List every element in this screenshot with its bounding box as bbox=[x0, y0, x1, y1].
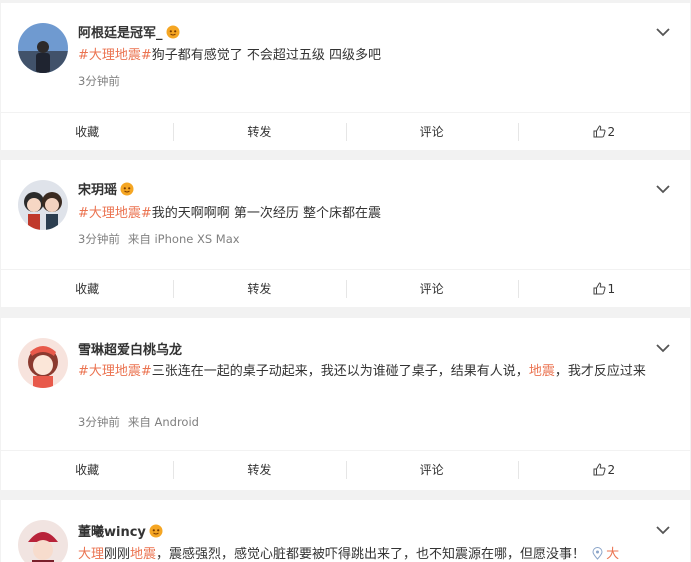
post-text: 刚刚 bbox=[104, 547, 131, 562]
avatar[interactable] bbox=[18, 520, 68, 562]
post-meta: 3分钟前 来自 iPhone XS Max bbox=[78, 231, 240, 247]
topic-link[interactable]: #大理地震# bbox=[78, 48, 152, 63]
post-time[interactable]: 3分钟前 bbox=[78, 415, 120, 429]
comment-button[interactable]: 评论 bbox=[345, 451, 518, 488]
username[interactable]: 宋玥瑶 bbox=[78, 183, 117, 198]
repost-button[interactable]: 转发 bbox=[173, 451, 345, 488]
keyword-link[interactable]: 大理 bbox=[78, 547, 104, 562]
keyword-link[interactable]: 地震 bbox=[130, 547, 156, 562]
favorite-button[interactable]: 收藏 bbox=[1, 113, 173, 150]
thumbs-up-icon bbox=[593, 463, 606, 476]
post-time[interactable]: 3分钟前 bbox=[78, 74, 120, 88]
action-bar: 收藏 转发 评论 2 bbox=[1, 112, 690, 150]
post-text: 狗子都有感觉了 不会超过五级 四级多吧 bbox=[151, 48, 382, 63]
chevron-down-icon[interactable] bbox=[656, 27, 670, 37]
avatar[interactable] bbox=[18, 180, 68, 230]
keyword-link[interactable]: 地震 bbox=[529, 364, 555, 379]
feed-card: 董曦wincy 大理刚刚地震，震感强烈，感觉心脏都要被吓得跳出来了，也不知震源在… bbox=[1, 500, 690, 562]
like-button[interactable]: 2 bbox=[517, 451, 690, 488]
location-link[interactable]: 大 bbox=[591, 547, 619, 562]
avatar[interactable] bbox=[18, 338, 68, 388]
username[interactable]: 雪琳超爱白桃乌龙 bbox=[78, 343, 182, 358]
post-text: 我的天啊啊啊 第一次经历 整个床都在震 bbox=[151, 206, 382, 221]
post-content: #大理地震#我的天啊啊啊 第一次经历 整个床都在震 bbox=[78, 201, 668, 226]
like-button[interactable]: 1 bbox=[517, 270, 690, 307]
feed-card: 雪琳超爱白桃乌龙 #大理地震#三张连在一起的桌子动起来，我还以为谁碰了桌子，结果… bbox=[1, 318, 690, 490]
like-count: 2 bbox=[607, 463, 616, 477]
post-meta: 3分钟前 来自 Android bbox=[78, 414, 199, 430]
location-pin-icon bbox=[592, 547, 603, 560]
avatar[interactable] bbox=[18, 23, 68, 73]
feed-card: 宋玥瑶 #大理地震#我的天啊啊啊 第一次经历 整个床都在震 3分钟前 来自 iPh… bbox=[1, 160, 690, 307]
like-count: 2 bbox=[607, 125, 616, 139]
post-source: 来自 iPhone XS Max bbox=[127, 232, 240, 246]
gold-badge-icon bbox=[149, 524, 163, 538]
post-text: ，我才反应过来 bbox=[554, 364, 646, 379]
chevron-down-icon[interactable] bbox=[656, 525, 670, 535]
post-meta: 3分钟前 bbox=[78, 73, 120, 89]
post-time[interactable]: 3分钟前 bbox=[78, 232, 120, 246]
post-content: #大理地震#三张连在一起的桌子动起来，我还以为谁碰了桌子，结果有人说，地震，我才… bbox=[78, 359, 664, 384]
feed-card: 阿根廷是冠军_ #大理地震#狗子都有感觉了 不会超过五级 四级多吧 3分钟前 收… bbox=[1, 3, 690, 150]
favorite-button[interactable]: 收藏 bbox=[1, 451, 173, 488]
thumbs-up-icon bbox=[593, 282, 606, 295]
repost-button[interactable]: 转发 bbox=[173, 270, 345, 307]
chevron-down-icon[interactable] bbox=[656, 343, 670, 353]
action-bar: 收藏 转发 评论 2 bbox=[1, 450, 690, 488]
post-text: ，震感强烈，感觉心脏都要被吓得跳出来了，也不知震源在哪，但愿没事！ bbox=[156, 547, 586, 562]
post-text: 三张连在一起的桌子动起来，我还以为谁碰了桌子，结果有人说， bbox=[151, 364, 529, 379]
favorite-button[interactable]: 收藏 bbox=[1, 270, 173, 307]
topic-link[interactable]: #大理地震# bbox=[78, 364, 152, 379]
thumbs-up-icon bbox=[593, 125, 606, 138]
chevron-down-icon[interactable] bbox=[656, 184, 670, 194]
comment-button[interactable]: 评论 bbox=[345, 113, 518, 150]
username[interactable]: 董曦wincy bbox=[78, 525, 146, 540]
username[interactable]: 阿根廷是冠军_ bbox=[78, 26, 163, 41]
gold-badge-icon bbox=[166, 25, 180, 39]
like-button[interactable]: 2 bbox=[517, 113, 690, 150]
topic-link[interactable]: #大理地震# bbox=[78, 206, 152, 221]
gold-badge-icon bbox=[120, 182, 134, 196]
comment-button[interactable]: 评论 bbox=[345, 270, 518, 307]
repost-button[interactable]: 转发 bbox=[173, 113, 345, 150]
action-bar: 收藏 转发 评论 1 bbox=[1, 269, 690, 307]
post-source: 来自 Android bbox=[127, 415, 199, 429]
like-count: 1 bbox=[607, 282, 616, 296]
post-content: #大理地震#狗子都有感觉了 不会超过五级 四级多吧 bbox=[78, 43, 668, 68]
post-content: 大理刚刚地震，震感强烈，感觉心脏都要被吓得跳出来了，也不知震源在哪，但愿没事！ 大 bbox=[78, 542, 690, 562]
